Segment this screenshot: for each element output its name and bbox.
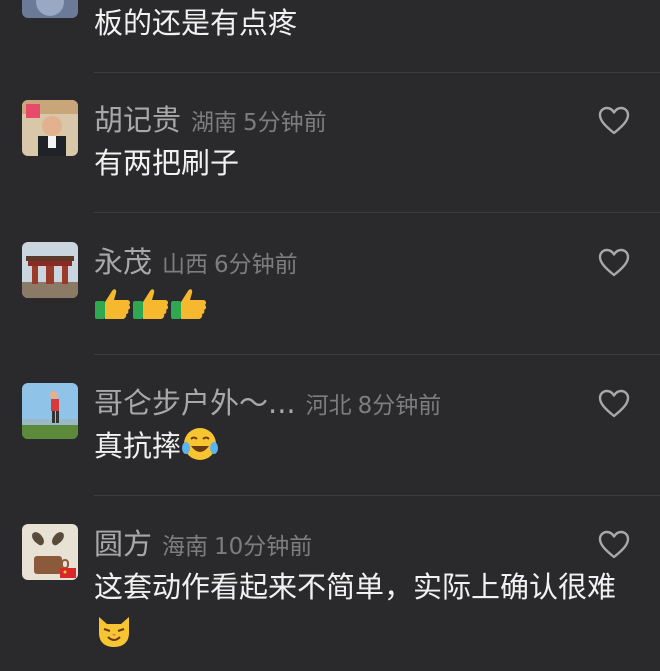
comment-text xyxy=(94,282,624,334)
comment-meta: 永茂 山西 6分钟前 xyxy=(94,244,298,285)
comment-feed: 板的还是有点疼 胡记贵 湖南 5分钟前 有两把刷子 永茂 山西 6分钟前 哥仑步… xyxy=(0,0,660,671)
avatar[interactable] xyxy=(22,0,78,18)
timestamp: 6分钟前 xyxy=(214,252,298,278)
avatar[interactable] xyxy=(22,524,78,580)
timestamp: 10分钟前 xyxy=(214,534,313,560)
avatar[interactable] xyxy=(22,100,78,156)
heart-outline-icon[interactable] xyxy=(598,530,630,560)
laugh-cry-emoji xyxy=(181,426,219,475)
thumbs-up-emoji xyxy=(170,287,208,334)
location: 湖南 xyxy=(191,110,238,136)
username[interactable]: 圆方 xyxy=(94,527,152,561)
divider xyxy=(94,354,660,355)
thumbs-up-emoji xyxy=(132,287,170,334)
username[interactable]: 永茂 xyxy=(94,245,152,279)
comment-meta: 哥仑步户外～... 河北 8分钟前 xyxy=(94,385,441,426)
comment-text: 真抗摔 xyxy=(94,423,624,475)
heart-outline-icon[interactable] xyxy=(598,106,630,136)
comment-text: 这套动作看起来不简单，实际上确认很难 xyxy=(94,564,624,662)
timestamp: 8分钟前 xyxy=(357,393,442,419)
avatar[interactable] xyxy=(22,242,78,298)
location: 河北 xyxy=(305,393,352,419)
divider xyxy=(94,72,660,73)
location: 海南 xyxy=(162,534,209,560)
username[interactable]: 哥仑步户外～... xyxy=(94,386,296,420)
divider xyxy=(94,212,660,213)
comment-meta: 胡记贵 湖南 5分钟前 xyxy=(94,102,327,143)
cat-face-emoji xyxy=(94,613,134,662)
comment-meta: 圆方 海南 10分钟前 xyxy=(94,526,312,567)
username[interactable]: 胡记贵 xyxy=(94,103,181,137)
comment-text: 板的还是有点疼 xyxy=(94,6,298,40)
timestamp: 5分钟前 xyxy=(243,110,327,136)
thumbs-up-emoji xyxy=(94,287,132,334)
location: 山西 xyxy=(162,252,209,278)
comment-text: 有两把刷子 xyxy=(94,146,240,180)
heart-outline-icon[interactable] xyxy=(598,389,630,419)
divider xyxy=(94,495,660,496)
heart-outline-icon[interactable] xyxy=(598,248,630,278)
avatar[interactable] xyxy=(22,383,78,439)
